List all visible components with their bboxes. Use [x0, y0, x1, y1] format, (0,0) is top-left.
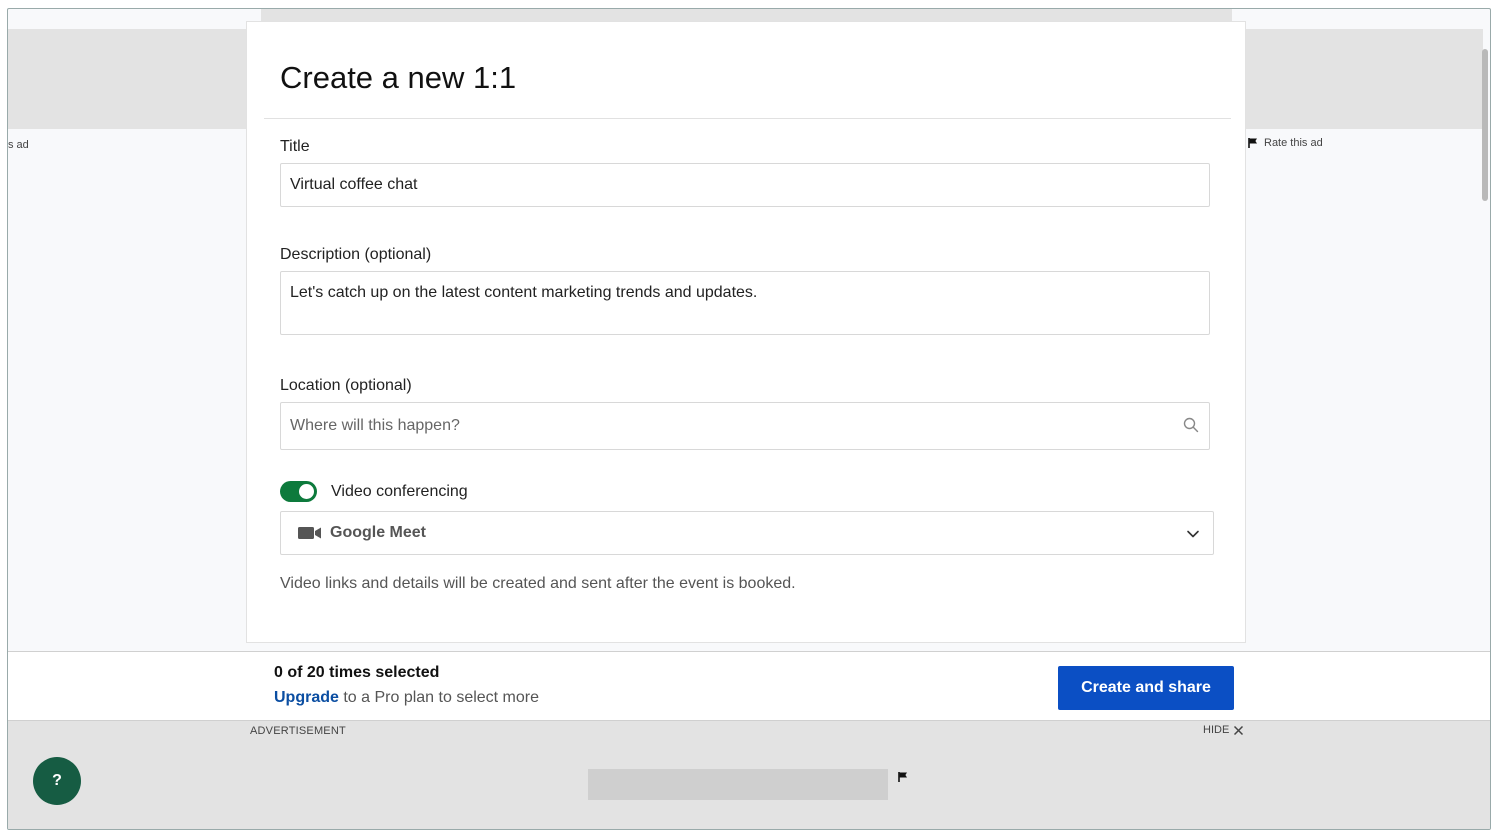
location-label: Location (optional)	[280, 377, 412, 394]
create-and-share-button[interactable]: Create and share	[1058, 666, 1234, 710]
page-scrollbar[interactable]	[1481, 29, 1490, 659]
hide-ad-label: HIDE	[1203, 724, 1230, 736]
description-label: Description (optional)	[280, 246, 432, 263]
location-placeholder: Where will this happen?	[290, 417, 460, 434]
flag-icon[interactable]	[897, 771, 909, 783]
modal-divider	[264, 118, 1231, 119]
ad-placeholder	[588, 769, 888, 800]
modal-title: Create a new 1:1	[280, 60, 517, 95]
create-meeting-modal: Create a new 1:1 Title Virtual coffee ch…	[246, 21, 1246, 643]
flag-icon	[1248, 138, 1257, 148]
bottom-ad-banner: ADVERTISEMENT HIDE ?	[8, 721, 1490, 829]
chevron-down-icon	[1187, 530, 1199, 538]
left-ad-label: s ad	[8, 139, 29, 151]
selection-count: 0 of 20 times selected	[274, 664, 440, 681]
title-label: Title	[280, 138, 310, 155]
top-ad-strip	[261, 9, 1232, 21]
app-frame: s ad Rate this ad Create a new 1:1 Title…	[7, 8, 1491, 830]
close-icon	[1234, 725, 1244, 735]
upgrade-suffix: to a Pro plan to select more	[338, 689, 540, 706]
rate-ad-link[interactable]: Rate this ad	[1247, 137, 1323, 149]
advertisement-label: ADVERTISEMENT	[250, 725, 346, 737]
rate-ad-label: Rate this ad	[1264, 137, 1323, 149]
video-provider-selected: Google Meet	[298, 524, 426, 542]
video-help-text: Video links and details will be created …	[280, 575, 796, 592]
help-button[interactable]: ?	[33, 757, 81, 805]
help-button-label: ?	[52, 772, 62, 789]
title-input-value: Virtual coffee chat	[290, 176, 418, 193]
hide-ad-button[interactable]: HIDE	[1203, 724, 1244, 736]
location-search-input[interactable]: Where will this happen?	[280, 402, 1210, 450]
description-textarea[interactable]: Let's catch up on the latest content mar…	[280, 271, 1210, 335]
scrollbar-thumb[interactable]	[1482, 49, 1488, 201]
video-camera-icon	[298, 527, 321, 539]
upgrade-message: Upgrade to a Pro plan to select more	[274, 689, 539, 707]
video-provider-label: Google Meet	[330, 524, 427, 541]
video-provider-select[interactable]: Google Meet	[280, 511, 1214, 555]
title-input[interactable]: Virtual coffee chat	[280, 163, 1210, 207]
upgrade-link[interactable]: Upgrade	[274, 689, 339, 706]
video-conferencing-toggle[interactable]	[280, 481, 317, 502]
description-value: Let's catch up on the latest content mar…	[290, 284, 758, 301]
search-icon[interactable]	[1183, 417, 1199, 433]
video-conferencing-row: Video conferencing	[280, 481, 468, 502]
video-conferencing-label: Video conferencing	[331, 482, 468, 500]
toggle-knob	[299, 484, 314, 499]
action-footer: 0 of 20 times selected Upgrade to a Pro …	[8, 651, 1490, 721]
